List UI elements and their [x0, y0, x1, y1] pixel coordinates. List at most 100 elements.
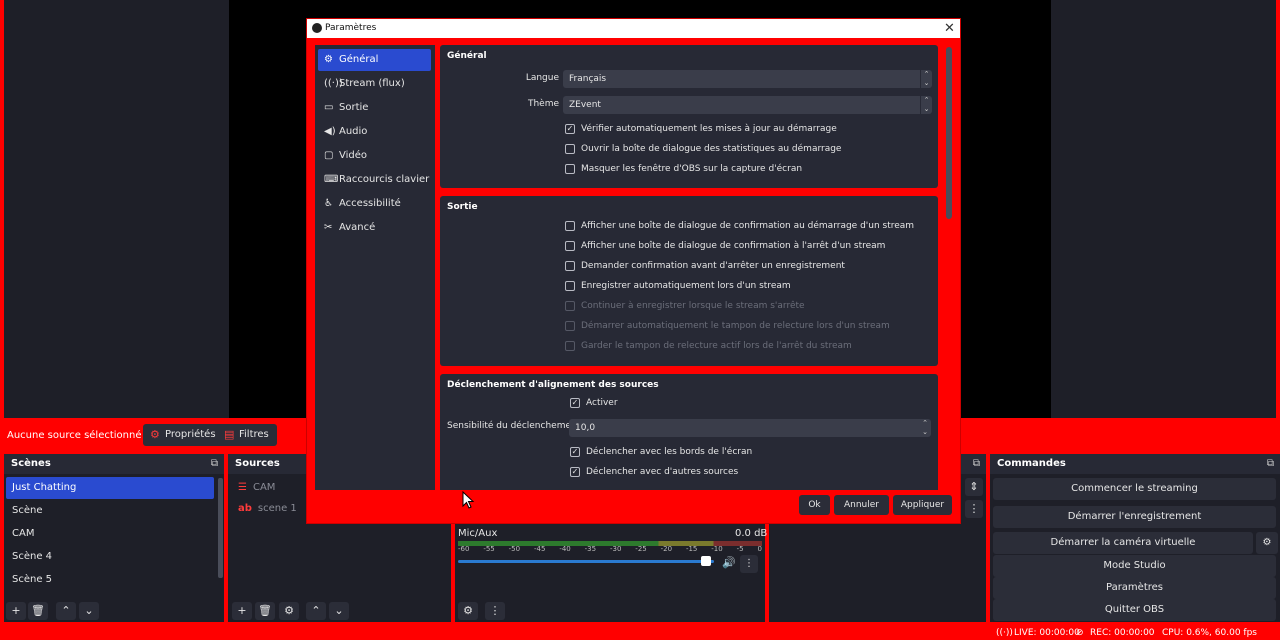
chevron-up-icon[interactable]: ⌃	[306, 602, 326, 620]
studio-mode-button[interactable]: Mode Studio	[993, 555, 1276, 577]
checkbox-checked-icon[interactable]: ✓	[565, 124, 575, 134]
output-icon: ▭	[324, 102, 334, 113]
rec-status: REC: 00:00:00	[1090, 628, 1155, 638]
check-confirm-rec-stop[interactable]: Demander confirmation avant d'arrêter un…	[565, 261, 845, 272]
check-snap-sources[interactable]: ✓ Déclencher avec d'autres sources	[570, 467, 738, 478]
check-snap-edges[interactable]: ✓ Déclencher avec les bords de l'écran	[570, 447, 752, 458]
gear-icon[interactable]: ⚙	[279, 602, 299, 620]
meter-tick: -15	[685, 545, 698, 553]
filter-icon: ▤	[224, 428, 235, 441]
meter-tick: -45	[533, 545, 546, 553]
source-label: CAM	[252, 482, 276, 493]
check-auto-record[interactable]: Enregistrer automatiquement lors d'un st…	[565, 281, 791, 292]
tools-icon: ✂	[324, 222, 333, 233]
add-source-icon[interactable]: +	[232, 602, 252, 620]
check-keep-replay: Garder le tampon de relecture actif lors…	[565, 341, 852, 352]
checkbox-icon[interactable]	[565, 281, 575, 291]
volume-slider-handle[interactable]	[701, 556, 711, 566]
mixer-settings-icon[interactable]: ⚙	[458, 602, 478, 620]
ok-button[interactable]: Ok	[799, 495, 830, 515]
apply-button[interactable]: Appliquer	[893, 495, 952, 515]
volume-slider[interactable]	[458, 560, 714, 563]
checkbox-icon[interactable]	[565, 144, 575, 154]
antenna-icon: ((·))	[324, 78, 343, 89]
language-value: Français	[569, 74, 607, 84]
chevron-down-icon[interactable]: ⌄	[79, 602, 99, 620]
nav-item-general[interactable]: ⚙ Général	[318, 49, 431, 71]
chevron-down-icon[interactable]: ⌄	[329, 602, 349, 620]
language-label: Langue	[525, 73, 559, 83]
gear-icon[interactable]: ⚙	[1256, 532, 1278, 554]
spin-arrows-icon[interactable]: ⇕	[965, 478, 983, 496]
cancel-button[interactable]: Annuler	[834, 495, 889, 515]
nav-item-stream[interactable]: ((·)) Stream (flux)	[318, 73, 431, 95]
theme-value: ZEvent	[569, 100, 601, 110]
nav-item-hotkeys[interactable]: ⌨ Raccourcis clavier	[318, 169, 431, 191]
start-streaming-button[interactable]: Commencer le streaming	[993, 478, 1276, 500]
language-select[interactable]: Français ⌃ ⌄	[563, 70, 932, 88]
scene-item[interactable]: Scène	[6, 500, 214, 522]
checkbox-icon[interactable]	[565, 241, 575, 251]
check-confirm-stop[interactable]: Afficher une boîte de dialogue de confir…	[565, 241, 885, 252]
trash-icon[interactable]: 🗑	[255, 602, 275, 620]
check-hide-obs[interactable]: Masquer les fenêtre d'OBS sur la capture…	[565, 164, 802, 175]
check-confirm-start[interactable]: Afficher une boîte de dialogue de confir…	[565, 221, 914, 232]
properties-button[interactable]: ⚙ Propriétés	[143, 424, 224, 446]
scenes-dock: Scènes ⧉ Just Chatting Scène CAM Scène 4…	[4, 454, 224, 622]
scene-item[interactable]: Scène 5	[6, 569, 214, 591]
add-scene-icon[interactable]: +	[6, 602, 26, 620]
trash-icon[interactable]: 🗑	[28, 602, 48, 620]
undock-icon[interactable]: ⧉	[973, 454, 980, 474]
accessibility-icon: ♿	[324, 198, 333, 209]
live-status: LIVE: 00:00:00	[1014, 628, 1080, 638]
scene-item[interactable]: Scène 4	[6, 546, 214, 568]
scenes-list: Just Chatting Scène CAM Scène 4 Scène 5	[6, 477, 214, 592]
checkbox-checked-icon[interactable]: ✓	[570, 398, 580, 408]
checkbox-checked-icon[interactable]: ✓	[570, 467, 580, 477]
nav-item-output[interactable]: ▭ Sortie	[318, 97, 431, 119]
checkbox-label: Continuer à enregistrer lorsque le strea…	[581, 301, 805, 311]
more-options-icon[interactable]: ⋮	[965, 500, 983, 518]
keyboard-icon: ⌨	[324, 174, 339, 185]
rec-icon: ⊘	[1076, 628, 1084, 638]
start-virtual-camera-button[interactable]: Démarrer la caméra virtuelle	[993, 532, 1253, 554]
chevron-up-icon[interactable]: ⌃	[56, 602, 76, 620]
left-dark-area	[4, 0, 229, 418]
scene-item[interactable]: Just Chatting	[6, 477, 214, 499]
nav-item-video[interactable]: ▢ Vidéo	[318, 145, 431, 167]
text-icon: ab	[238, 503, 252, 514]
quit-button[interactable]: Quitter OBS	[993, 599, 1276, 621]
nav-item-audio[interactable]: ◀) Audio	[318, 121, 431, 143]
filters-button[interactable]: ▤ Filtres	[217, 424, 277, 446]
checkbox-icon[interactable]	[565, 164, 575, 174]
dialog-titlebar: Paramètres ✕	[307, 19, 960, 38]
mouse-cursor-icon	[462, 491, 475, 509]
check-keep-recording: Continuer à enregistrer lorsque le strea…	[565, 301, 805, 312]
speaker-icon[interactable]: 🔊	[722, 556, 736, 569]
more-options-icon[interactable]: ⋮	[485, 602, 505, 620]
scenes-scrollbar[interactable]	[218, 478, 223, 578]
meter-tick: -30	[609, 545, 622, 553]
settings-scrollbar[interactable]	[946, 47, 952, 219]
properties-label: Propriétés	[165, 429, 216, 440]
nav-item-accessibility[interactable]: ♿ Accessibilité	[318, 193, 431, 215]
settings-button[interactable]: Paramètres	[993, 577, 1276, 599]
check-open-stats[interactable]: Ouvrir la boîte de dialogue des statisti…	[565, 144, 841, 155]
scene-item[interactable]: CAM	[6, 523, 214, 545]
close-icon[interactable]: ✕	[944, 19, 955, 38]
source-item[interactable]: ☰ CAM	[238, 482, 275, 493]
cpu-status: CPU: 0.6%, 60.00 fps	[1162, 628, 1257, 638]
start-recording-button[interactable]: Démarrer l'enregistrement	[993, 506, 1276, 528]
undock-icon[interactable]: ⧉	[211, 454, 218, 474]
sensitivity-spinbox[interactable]: 10,0 ⌃ ⌄	[569, 419, 931, 437]
checkbox-icon[interactable]	[565, 261, 575, 271]
check-snap-enable[interactable]: ✓ Activer	[570, 398, 618, 409]
check-auto-update[interactable]: ✓ Vérifier automatiquement les mises à jo…	[565, 124, 837, 135]
nav-item-advanced[interactable]: ✂ Avancé	[318, 217, 431, 239]
more-options-icon[interactable]: ⋮	[740, 555, 758, 573]
checkbox-checked-icon[interactable]: ✓	[570, 447, 580, 457]
undock-icon[interactable]: ⧉	[1267, 454, 1274, 474]
source-item[interactable]: ab scene 1	[238, 503, 297, 514]
theme-select[interactable]: ZEvent ⌃ ⌄	[563, 96, 932, 114]
checkbox-icon[interactable]	[565, 221, 575, 231]
